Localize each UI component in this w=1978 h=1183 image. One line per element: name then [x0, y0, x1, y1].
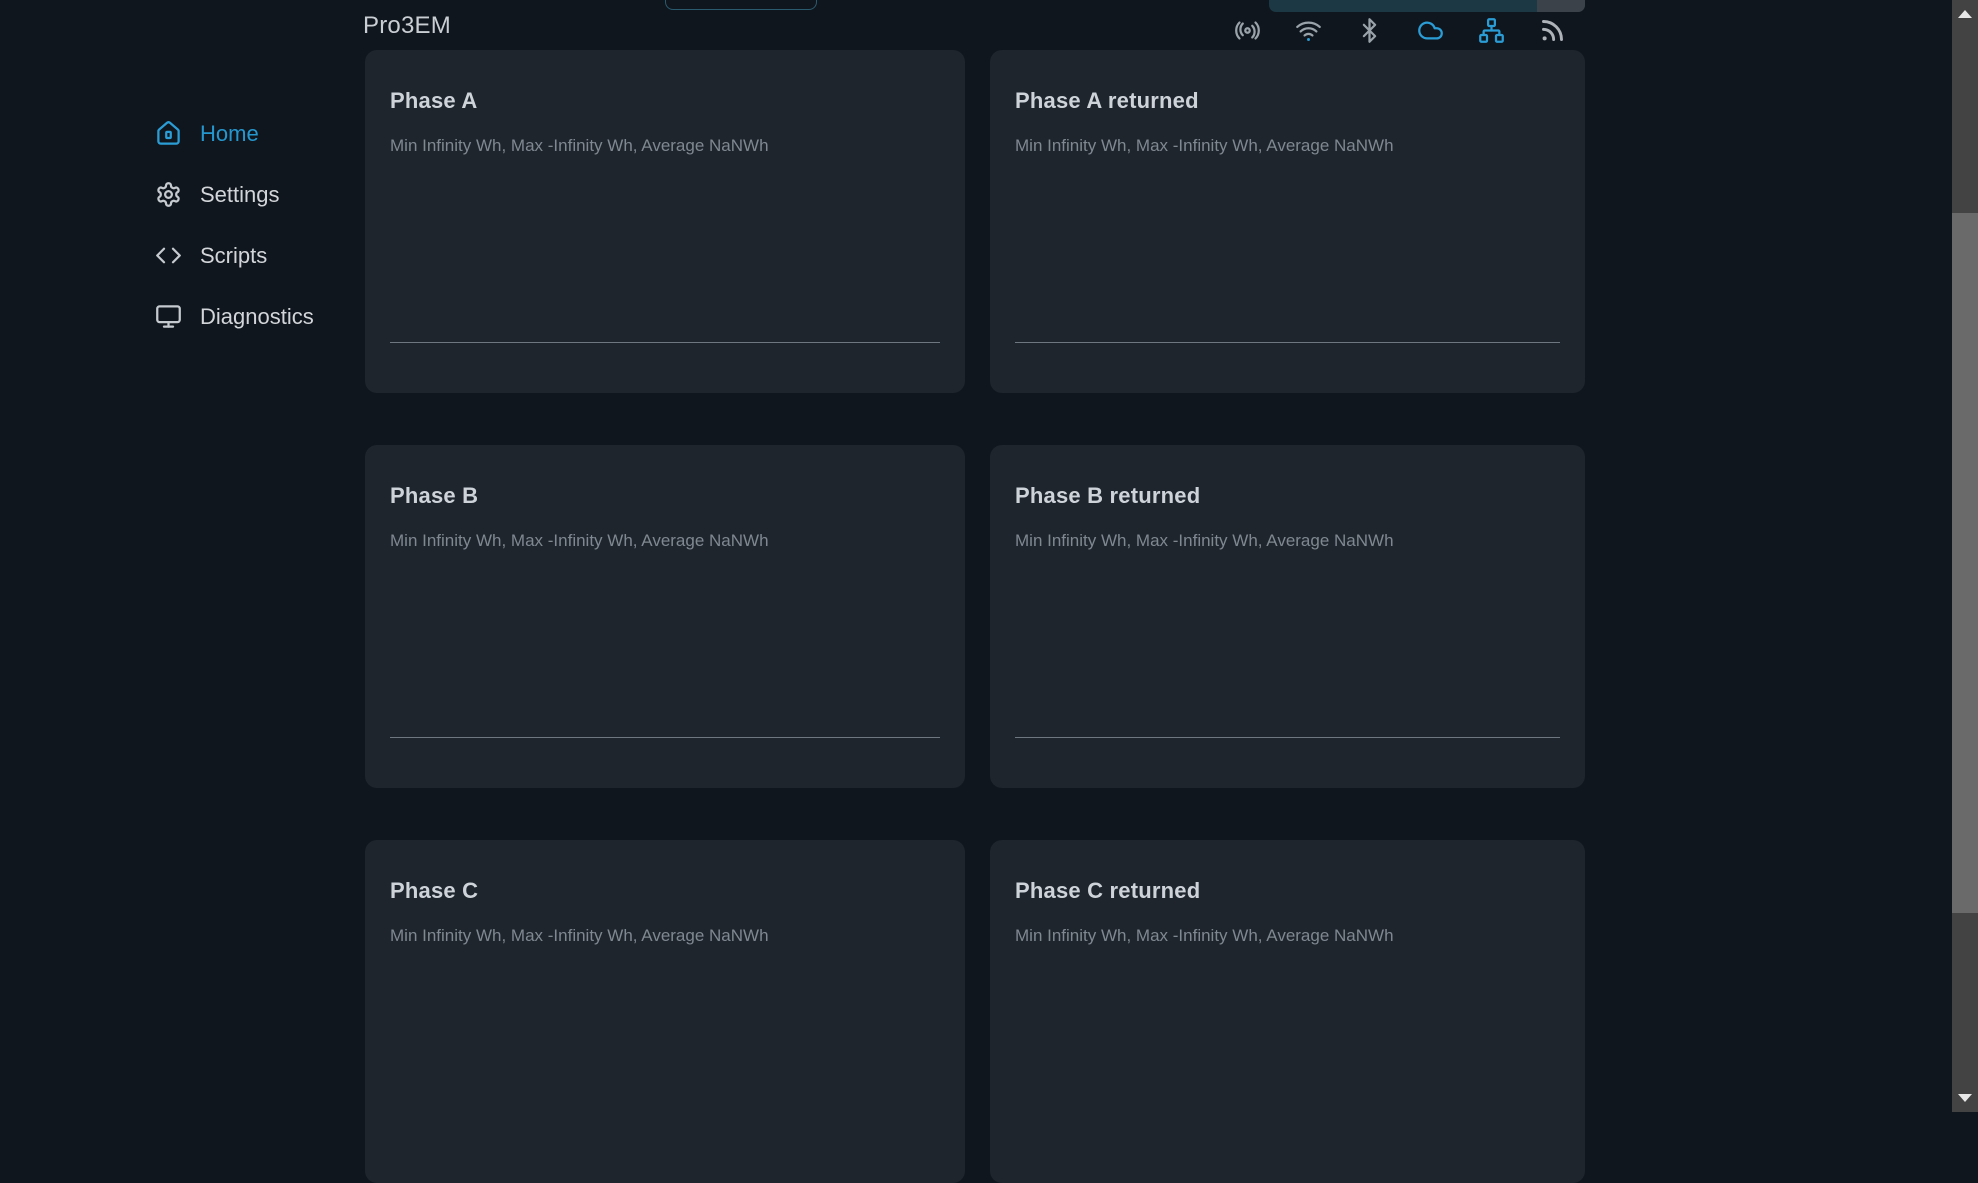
card-grid: Phase A Min Infinity Wh, Max -Infinity W… [365, 50, 1585, 1183]
card-phase-b-returned: Phase B returned Min Infinity Wh, Max -I… [990, 445, 1585, 788]
monitor-icon [155, 303, 182, 330]
card-phase-c: Phase C Min Infinity Wh, Max -Infinity W… [365, 840, 965, 1183]
card-stats: Min Infinity Wh, Max -Infinity Wh, Avera… [390, 136, 940, 156]
scroll-up-arrow-icon [1958, 10, 1972, 18]
wifi-icon[interactable] [1295, 17, 1322, 44]
card-title: Phase A returned [1015, 88, 1560, 114]
partial-slider-bar[interactable] [1269, 0, 1585, 12]
scrollbar-thumb[interactable] [1952, 213, 1978, 913]
card-stats: Min Infinity Wh, Max -Infinity Wh, Avera… [1015, 531, 1560, 551]
empty-chart [390, 625, 940, 737]
ethernet-icon[interactable] [1478, 17, 1505, 44]
sidebar-item-label: Settings [200, 182, 280, 208]
empty-chart [1015, 625, 1560, 737]
card-title: Phase C [390, 878, 940, 904]
vertical-scrollbar[interactable] [1952, 0, 1978, 1112]
card-stats: Min Infinity Wh, Max -Infinity Wh, Avera… [390, 926, 940, 946]
bluetooth-icon[interactable] [1356, 17, 1383, 44]
sidebar-item-settings[interactable]: Settings [155, 164, 314, 225]
status-icon-bar [1234, 17, 1566, 44]
sidebar-item-label: Home [200, 121, 259, 147]
chart-axis-line [1015, 342, 1560, 343]
chart-axis-line [390, 342, 940, 343]
card-title: Phase C returned [1015, 878, 1560, 904]
empty-chart [1015, 1020, 1560, 1132]
rss-icon[interactable] [1539, 17, 1566, 44]
empty-chart [1015, 230, 1560, 342]
scroll-down-button[interactable] [1952, 1084, 1978, 1112]
wifi-active-dot [1307, 38, 1310, 41]
card-title: Phase B [390, 483, 940, 509]
sidebar: Home Settings Scripts Diagnostics [155, 103, 314, 347]
card-title: Phase B returned [1015, 483, 1560, 509]
page-title: Pro3EM [363, 12, 451, 40]
sidebar-item-diagnostics[interactable]: Diagnostics [155, 286, 314, 347]
card-stats: Min Infinity Wh, Max -Infinity Wh, Avera… [1015, 926, 1560, 946]
broadcast-icon[interactable] [1234, 17, 1261, 44]
card-phase-a-returned: Phase A returned Min Infinity Wh, Max -I… [990, 50, 1585, 393]
empty-chart [390, 230, 940, 342]
scroll-up-button[interactable] [1952, 0, 1978, 28]
home-icon [155, 120, 182, 147]
sidebar-item-scripts[interactable]: Scripts [155, 225, 314, 286]
partial-slider-handle[interactable] [1537, 0, 1585, 12]
sidebar-item-home[interactable]: Home [155, 103, 314, 164]
empty-chart [390, 1020, 940, 1132]
card-phase-b: Phase B Min Infinity Wh, Max -Infinity W… [365, 445, 965, 788]
gear-icon [155, 181, 182, 208]
sidebar-item-label: Scripts [200, 243, 267, 269]
card-stats: Min Infinity Wh, Max -Infinity Wh, Avera… [390, 531, 940, 551]
card-phase-c-returned: Phase C returned Min Infinity Wh, Max -I… [990, 840, 1585, 1183]
scroll-down-arrow-icon [1958, 1094, 1972, 1102]
partial-outline-button[interactable] [665, 0, 817, 10]
card-phase-a: Phase A Min Infinity Wh, Max -Infinity W… [365, 50, 965, 393]
chart-axis-line [390, 737, 940, 738]
card-title: Phase A [390, 88, 940, 114]
card-stats: Min Infinity Wh, Max -Infinity Wh, Avera… [1015, 136, 1560, 156]
sidebar-item-label: Diagnostics [200, 304, 314, 330]
cloud-icon[interactable] [1417, 17, 1444, 44]
chart-axis-line [1015, 737, 1560, 738]
code-icon [155, 242, 182, 269]
